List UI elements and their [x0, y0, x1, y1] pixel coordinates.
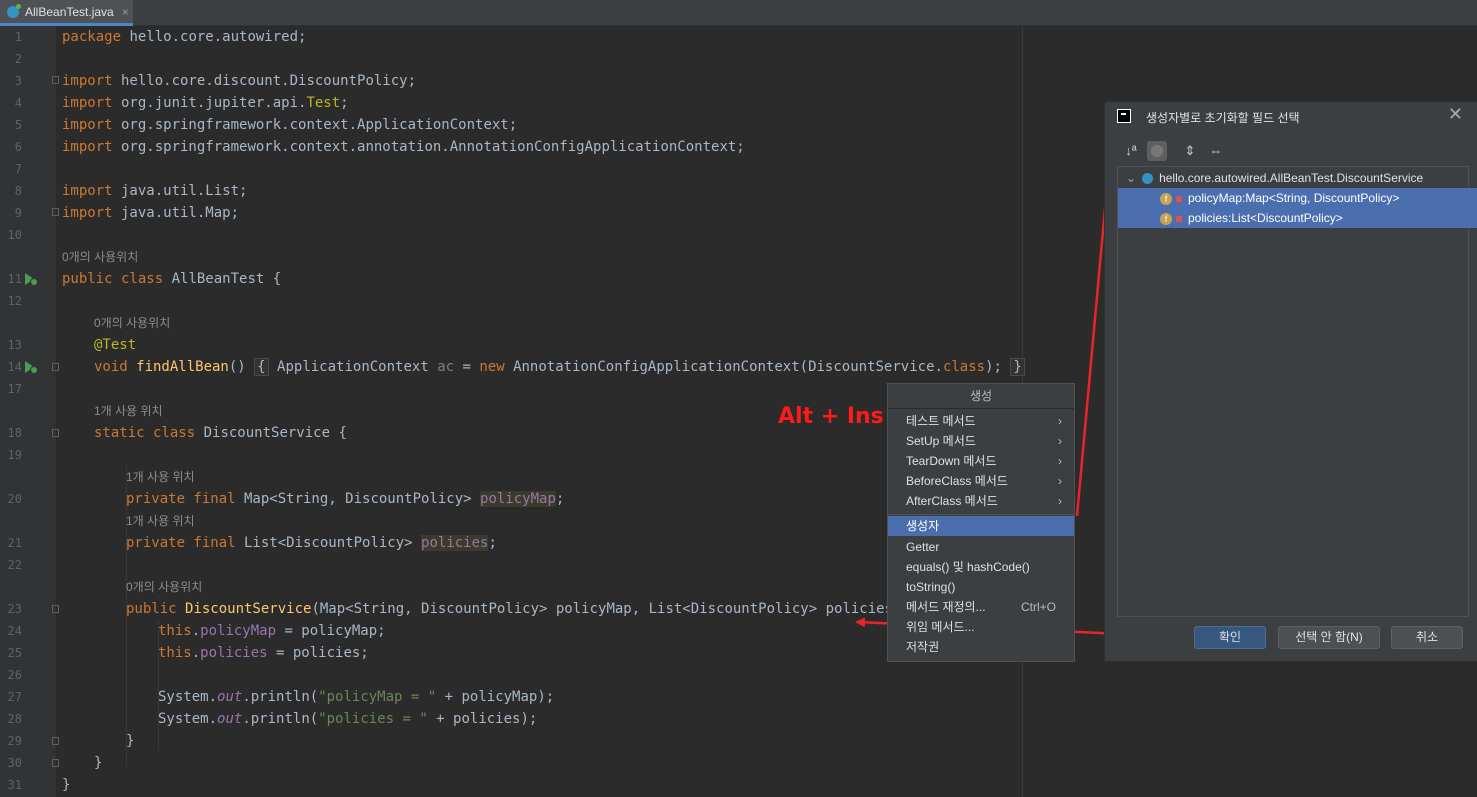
field-icon: f — [1160, 212, 1172, 225]
menu-item-equals-hashcode[interactable]: equals() 및 hashCode() — [888, 557, 1074, 577]
private-lock-icon — [1176, 195, 1182, 202]
menu-item-override-methods[interactable]: 메서드 재정의... Ctrl+O — [888, 597, 1074, 617]
menu-item-setup-method[interactable]: SetUp 메서드 › — [888, 431, 1074, 451]
field-icon: f — [1160, 192, 1172, 205]
expand-all-icon[interactable]: ⇕ — [1180, 141, 1200, 161]
close-icon[interactable]: ✕ — [1448, 104, 1463, 125]
menu-item-copyright[interactable]: 저작권 — [888, 637, 1074, 657]
menu-separator — [888, 514, 1074, 515]
generate-menu-title: 생성 — [888, 384, 1074, 409]
collapse-all-icon[interactable]: ⇔ — [1206, 141, 1226, 161]
tree-field-policymap[interactable]: f policyMap:Map<String, DiscountPolicy> — [1118, 188, 1477, 208]
constructor-fields-dialog: 생성자별로 초기화할 필드 선택 ✕ ↓ª ⇕ ⇔ ⌄ hello.core.au… — [1104, 101, 1477, 662]
select-none-button[interactable]: 선택 안 함(N) — [1278, 626, 1380, 649]
shortcut-text: Ctrl+O — [1020, 600, 1056, 614]
menu-item-test-method[interactable]: 테스트 메서드 › — [888, 411, 1074, 431]
menu-item-getter[interactable]: Getter — [888, 537, 1074, 557]
dialog-title: 생성자별로 초기화할 필드 선택 — [1146, 111, 1300, 125]
private-lock-icon — [1176, 215, 1182, 222]
chevron-right-icon: › — [1058, 414, 1062, 428]
menu-item-afterclass-method[interactable]: AfterClass 메서드 › — [888, 491, 1074, 511]
ok-button[interactable]: 확인 — [1194, 626, 1266, 649]
sort-alphabetically-icon[interactable]: ↓ª — [1121, 141, 1141, 161]
tree-root-class[interactable]: ⌄ hello.core.autowired.AllBeanTest.Discou… — [1118, 168, 1476, 188]
chevron-right-icon: › — [1058, 434, 1062, 448]
shortcut-annotation: Alt + Ins — [778, 404, 884, 429]
fields-tree[interactable]: ⌄ hello.core.autowired.AllBeanTest.Discou… — [1117, 166, 1477, 617]
chevron-right-icon: › — [1058, 454, 1062, 468]
tree-field-policies[interactable]: f policies:List<DiscountPolicy> — [1118, 208, 1477, 228]
generate-menu: 생성 테스트 메서드 › SetUp 메서드 › TearDown 메서드 › Bef… — [887, 383, 1075, 662]
menu-item-tostring[interactable]: toString() — [888, 577, 1074, 597]
chevron-right-icon: › — [1058, 474, 1062, 488]
chevron-down-icon[interactable]: ⌄ — [1126, 171, 1136, 185]
class-icon — [1142, 173, 1154, 185]
show-fields-toggle-icon[interactable] — [1147, 141, 1167, 161]
menu-item-beforeclass-method[interactable]: BeforeClass 메서드 › — [888, 471, 1074, 491]
menu-item-teardown-method[interactable]: TearDown 메서드 › — [888, 451, 1074, 471]
chevron-right-icon: › — [1058, 494, 1062, 508]
menu-item-constructor[interactable]: 생성자 — [888, 516, 1074, 536]
menu-item-delegate-methods[interactable]: 위임 메서드... — [888, 617, 1074, 637]
intellij-logo-icon — [1117, 109, 1131, 123]
cancel-button[interactable]: 취소 — [1391, 626, 1463, 649]
